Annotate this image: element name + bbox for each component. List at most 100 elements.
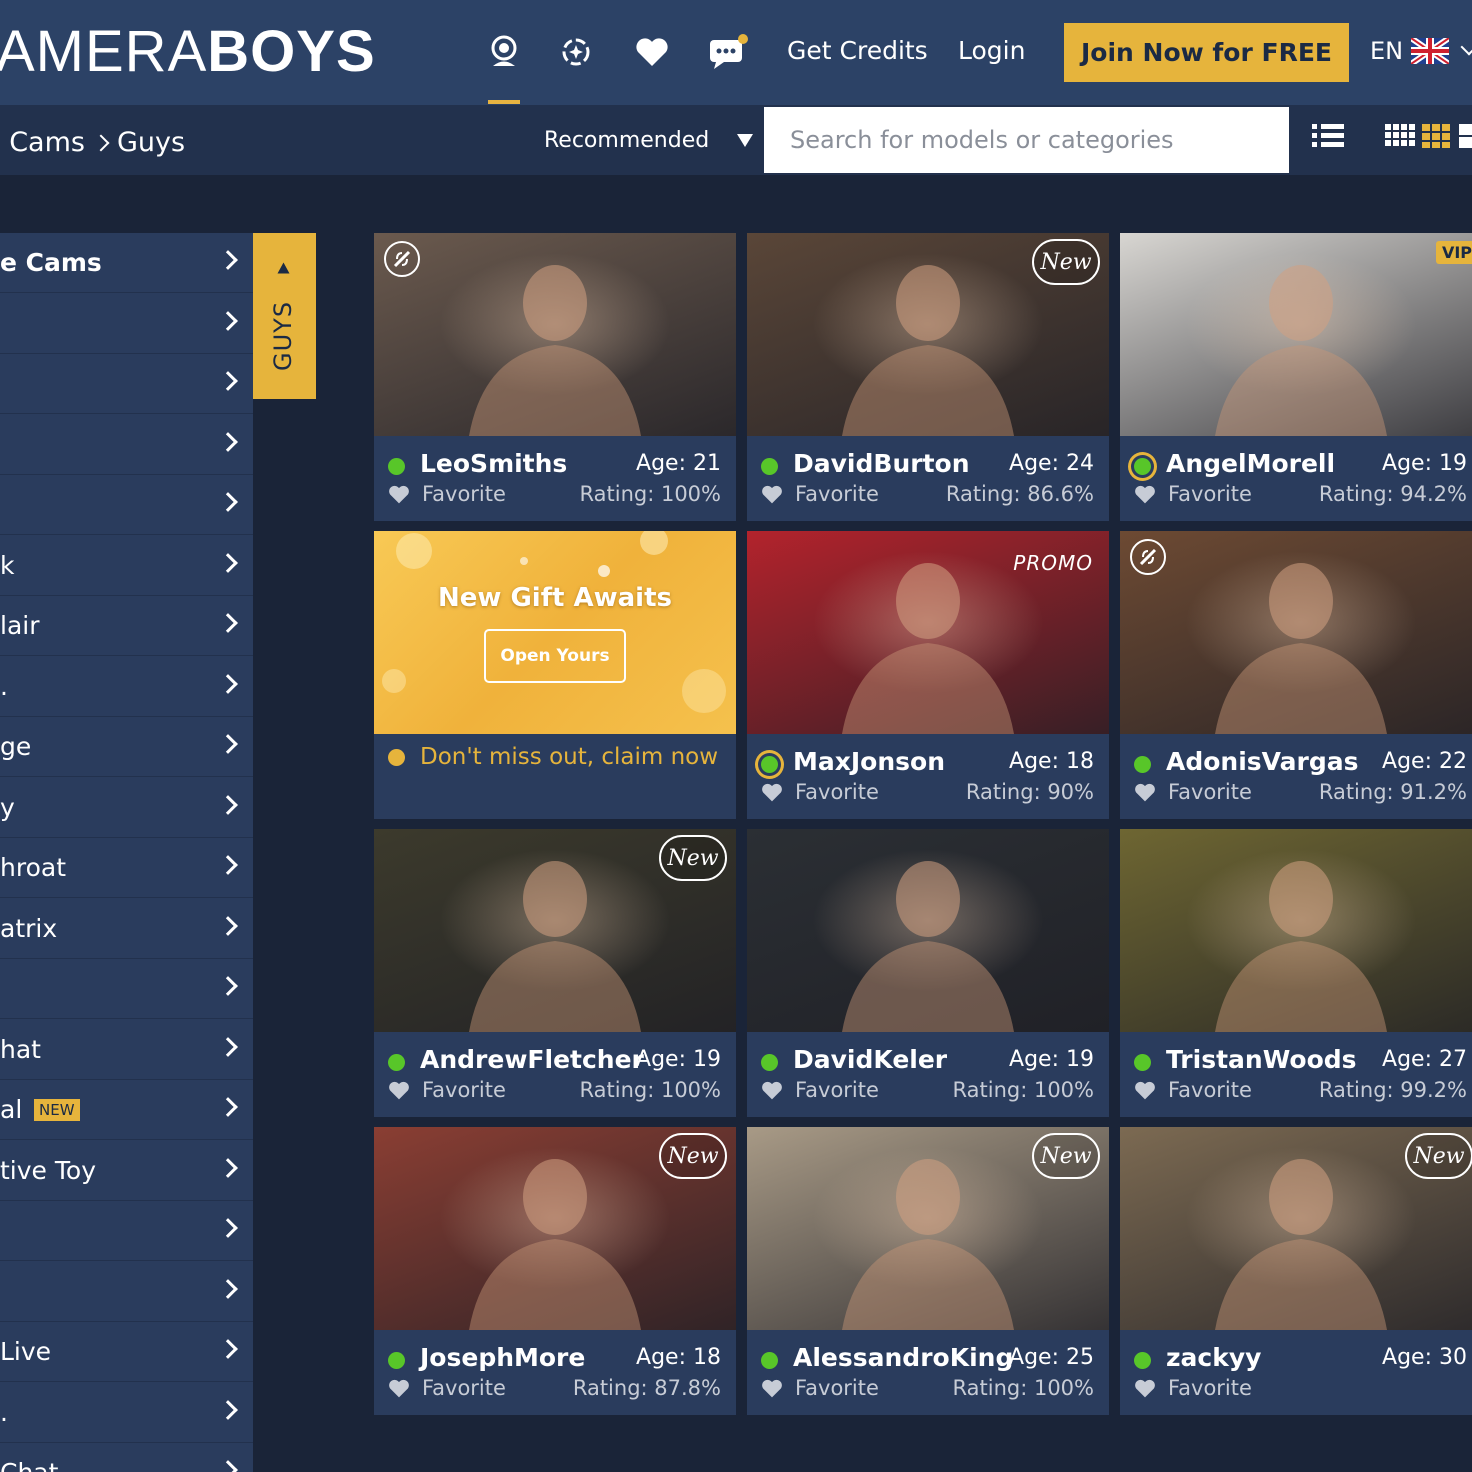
model-thumbnail[interactable] (747, 829, 1109, 1032)
favorite-button[interactable]: Favorite (388, 1078, 506, 1102)
model-card[interactable]: VIP AngelMorell Age: 19 Favorite Rating: 94.… (1120, 233, 1472, 521)
model-info: AndrewFletcher Age: 19 Favorite Rating: 100… (374, 1032, 736, 1117)
list-view-icon[interactable] (1312, 122, 1344, 150)
model-thumbnail[interactable] (1120, 531, 1472, 734)
small-grid-view-icon[interactable] (1385, 122, 1415, 150)
sidebar-item-label: tive Toy (0, 1156, 96, 1185)
model-card[interactable]: TristanWoods Age: 27 Favorite Rating: 99.2% (1120, 829, 1472, 1117)
model-card[interactable]: PROMO MaxJonson Age: 18 Favorite Rating: 90% (747, 531, 1109, 819)
webcam-icon[interactable] (484, 30, 524, 104)
sidebar-item[interactable]: . (0, 657, 253, 717)
model-name[interactable]: LeoSmiths (420, 449, 567, 478)
discover-icon[interactable] (556, 30, 596, 74)
sidebar-item[interactable]: Live (0, 1322, 253, 1382)
sidebar-item[interactable]: y (0, 778, 253, 838)
site-logo[interactable]: AMERABOYS (0, 18, 376, 85)
model-name[interactable]: DavidBurton (793, 449, 970, 478)
sidebar-item[interactable] (0, 959, 253, 1019)
interactive-toy-icon (1130, 539, 1166, 575)
model-card[interactable]: New JosephMore Age: 18 Favorite Rating: 87.8… (374, 1127, 736, 1415)
model-thumbnail[interactable] (1120, 829, 1472, 1032)
model-name[interactable]: zackyy (1166, 1343, 1261, 1372)
favorite-button[interactable]: Favorite (1134, 1376, 1252, 1400)
heart-icon[interactable] (632, 30, 672, 74)
favorite-label: Favorite (795, 780, 879, 804)
language-selector[interactable]: EN (1370, 37, 1472, 65)
sidebar-item[interactable]: ge (0, 717, 253, 777)
heart-icon (1135, 485, 1155, 503)
medium-grid-view-icon[interactable] (1422, 122, 1452, 150)
model-card[interactable]: New zackyy Age: 30 Favorite (1120, 1127, 1472, 1415)
sidebar-item[interactable] (0, 354, 253, 414)
sidebar-item[interactable]: tive Toy (0, 1141, 253, 1201)
sidebar-item[interactable]: al NEW (0, 1080, 253, 1140)
sidebar-item[interactable]: . (0, 1383, 253, 1443)
sidebar-item-label: k (0, 551, 15, 580)
model-card[interactable]: New DavidBurton Age: 24 Favorite Rating: 86.… (747, 233, 1109, 521)
model-thumbnail[interactable]: VIP (1120, 233, 1472, 436)
guys-category-tab[interactable]: GUYS (253, 233, 316, 399)
model-name[interactable]: DavidKeler (793, 1045, 947, 1074)
model-thumbnail[interactable]: New (747, 233, 1109, 436)
sidebar-item[interactable]: k (0, 536, 253, 596)
sort-select[interactable]: Recommended (544, 128, 754, 153)
favorite-button[interactable]: Favorite (388, 1376, 506, 1400)
join-now-button[interactable]: Join Now for FREE (1064, 23, 1349, 82)
favorite-button[interactable]: Favorite (761, 1376, 879, 1400)
vip-badge: VIP (1435, 241, 1472, 264)
model-rating: Rating: 90% (965, 780, 1094, 804)
sidebar-item[interactable]: e Cams (0, 233, 253, 293)
model-thumbnail[interactable]: New (1120, 1127, 1472, 1330)
gift-promo-card[interactable]: New Gift Awaits Open Yours Don't miss ou… (374, 531, 736, 819)
chevron-right-icon (218, 1037, 238, 1057)
favorite-button[interactable]: Favorite (1134, 780, 1252, 804)
favorite-label: Favorite (1168, 1376, 1252, 1400)
large-grid-view-icon[interactable] (1459, 122, 1472, 150)
favorite-button[interactable]: Favorite (761, 780, 879, 804)
favorite-button[interactable]: Favorite (1134, 1078, 1252, 1102)
favorite-button[interactable]: Favorite (761, 482, 879, 506)
model-info: MaxJonson Age: 18 Favorite Rating: 90% (747, 734, 1109, 819)
sidebar-item[interactable]: atrix (0, 899, 253, 959)
model-name[interactable]: AndrewFletcher (420, 1045, 644, 1074)
model-name[interactable]: MaxJonson (793, 747, 945, 776)
sidebar-item[interactable] (0, 1262, 253, 1322)
search-input[interactable] (764, 107, 1289, 173)
model-thumbnail[interactable]: PROMO (747, 531, 1109, 734)
model-thumbnail[interactable]: New (747, 1127, 1109, 1330)
model-name[interactable]: AngelMorell (1166, 449, 1335, 478)
sidebar-item[interactable] (0, 415, 253, 475)
sidebar-item[interactable]: lair (0, 596, 253, 656)
model-name[interactable]: TristanWoods (1166, 1045, 1357, 1074)
model-card[interactable]: AdonisVargas Age: 22 Favorite Rating: 91.2% (1120, 531, 1472, 819)
online-status-dot (388, 1352, 405, 1369)
model-thumbnail[interactable]: New (374, 829, 736, 1032)
model-name[interactable]: JosephMore (420, 1343, 585, 1372)
sidebar-item[interactable] (0, 1201, 253, 1261)
open-gift-button[interactable]: Open Yours (484, 629, 626, 683)
sidebar-item[interactable] (0, 475, 253, 535)
get-credits-link[interactable]: Get Credits (787, 36, 928, 65)
model-card[interactable]: DavidKeler Age: 19 Favorite Rating: 100% (747, 829, 1109, 1117)
messages-icon[interactable] (708, 30, 748, 74)
favorite-button[interactable]: Favorite (388, 482, 506, 506)
model-name[interactable]: AlessandroKing (793, 1343, 1013, 1372)
sidebar-item-label: ge (0, 732, 32, 761)
sidebar-item[interactable]: Chat (0, 1443, 253, 1472)
sidebar-item[interactable]: hroat (0, 838, 253, 898)
login-link[interactable]: Login (958, 36, 1025, 65)
model-card[interactable]: LeoSmiths Age: 21 Favorite Rating: 100% (374, 233, 736, 521)
model-thumbnail[interactable] (374, 233, 736, 436)
model-card[interactable]: New AndrewFletcher Age: 19 Favorite Rating: … (374, 829, 736, 1117)
favorite-button[interactable]: Favorite (1134, 482, 1252, 506)
model-thumbnail[interactable]: New (374, 1127, 736, 1330)
sidebar-item[interactable]: hat (0, 1020, 253, 1080)
sidebar-item[interactable] (0, 294, 253, 354)
chevron-right-icon (218, 492, 238, 512)
model-name[interactable]: AdonisVargas (1166, 747, 1359, 776)
person-silhouette (842, 861, 1014, 1032)
model-card[interactable]: New AlessandroKing Age: 25 Favorite Rating: … (747, 1127, 1109, 1415)
breadcrumb-item-cams[interactable]: e Cams (0, 127, 85, 158)
language-code: EN (1370, 37, 1404, 65)
favorite-button[interactable]: Favorite (761, 1078, 879, 1102)
